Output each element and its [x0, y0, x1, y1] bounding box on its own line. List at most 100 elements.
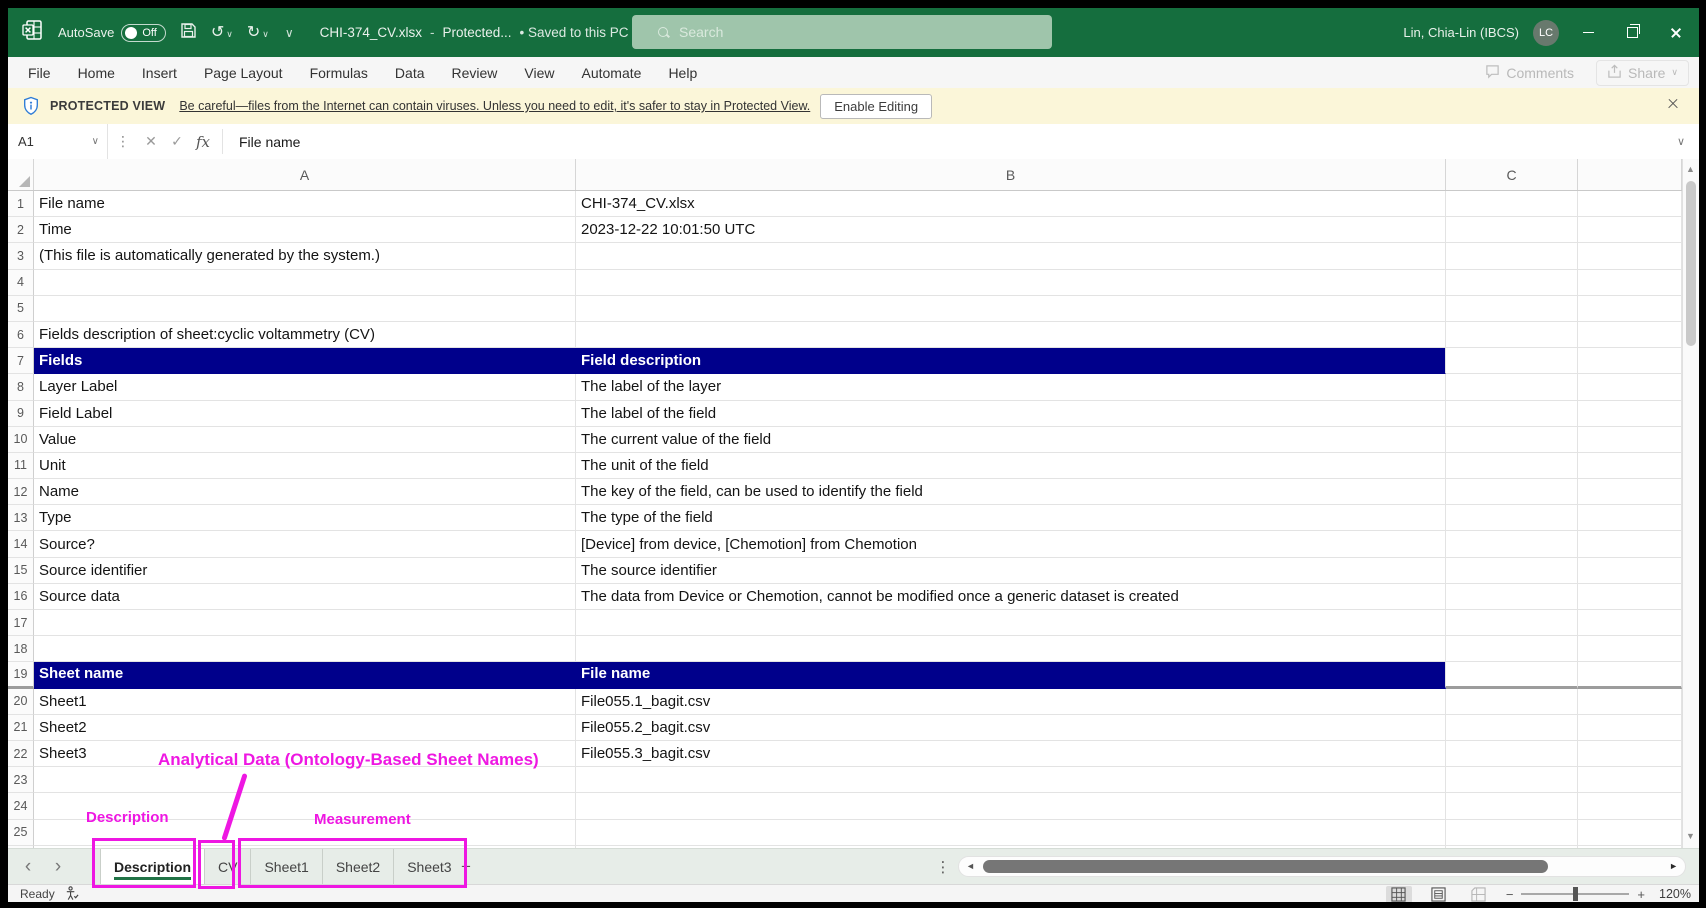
cell-B21[interactable]: File055.2_bagit.csv: [576, 715, 1446, 741]
cell-B23[interactable]: [576, 767, 1446, 793]
cell-C1[interactable]: [1446, 191, 1578, 217]
search-input[interactable]: Search: [632, 15, 1052, 49]
cell-C10[interactable]: [1446, 427, 1578, 453]
cell-A16[interactable]: Source data: [34, 584, 576, 610]
menu-item-file[interactable]: File: [28, 65, 51, 81]
customize-toolbar-icon[interactable]: ∨: [285, 26, 294, 40]
horizontal-scrollbar[interactable]: ◄ ►: [958, 856, 1686, 877]
cell-B15[interactable]: The source identifier: [576, 558, 1446, 584]
cell-C11[interactable]: [1446, 453, 1578, 479]
cell-D5[interactable]: [1578, 296, 1682, 322]
row-header-16[interactable]: 16: [8, 584, 34, 610]
cell-A20[interactable]: Sheet1: [34, 689, 576, 715]
row-header-22[interactable]: 22: [8, 741, 34, 767]
cell-D20[interactable]: [1578, 689, 1682, 715]
enable-editing-button[interactable]: Enable Editing: [820, 94, 932, 119]
comments-button[interactable]: Comments: [1475, 61, 1584, 85]
cell-D8[interactable]: [1578, 374, 1682, 400]
cell-D7[interactable]: [1578, 348, 1682, 374]
cell-A1[interactable]: File name: [34, 191, 576, 217]
cell-D21[interactable]: [1578, 715, 1682, 741]
cell-D14[interactable]: [1578, 531, 1682, 557]
avatar[interactable]: LC: [1533, 20, 1559, 46]
row-header-1[interactable]: 1: [8, 191, 34, 217]
cell-B1[interactable]: CHI-374_CV.xlsx: [576, 191, 1446, 217]
redo-icon[interactable]: ↻∨: [247, 25, 269, 41]
cell-A6[interactable]: Fields description of sheet:cyclic volta…: [34, 322, 576, 348]
sheet-prev-icon[interactable]: ‹: [16, 849, 40, 885]
zoom-slider-track[interactable]: [1521, 893, 1629, 895]
row-header-4[interactable]: 4: [8, 270, 34, 296]
cell-C24[interactable]: [1446, 793, 1578, 819]
undo-icon[interactable]: ↺∨: [211, 25, 233, 41]
cell-A7[interactable]: Fields: [34, 348, 576, 374]
cell-A14[interactable]: Source?: [34, 531, 576, 557]
cell-D24[interactable]: [1578, 793, 1682, 819]
cell-B2[interactable]: 2023-12-22 10:01:50 UTC: [576, 217, 1446, 243]
row-header-8[interactable]: 8: [8, 374, 34, 400]
horizontal-scrollbar-thumb[interactable]: [983, 860, 1548, 873]
row-header-17[interactable]: 17: [8, 610, 34, 636]
row-header-20[interactable]: 20: [8, 689, 34, 715]
cell-B5[interactable]: [576, 296, 1446, 322]
sheet-next-icon[interactable]: ›: [46, 849, 70, 885]
row-header-2[interactable]: 2: [8, 217, 34, 243]
cell-D11[interactable]: [1578, 453, 1682, 479]
cell-D16[interactable]: [1578, 584, 1682, 610]
cell-D15[interactable]: [1578, 558, 1682, 584]
cell-B17[interactable]: [576, 610, 1446, 636]
cell-C20[interactable]: [1446, 689, 1578, 715]
cell-A8[interactable]: Layer Label: [34, 374, 576, 400]
restore-button[interactable]: [1617, 8, 1647, 57]
cell-D19[interactable]: [1578, 662, 1682, 688]
cell-B18[interactable]: [576, 636, 1446, 662]
zoom-out-icon[interactable]: −: [1506, 887, 1514, 902]
name-box-chevron-icon[interactable]: ∨: [92, 136, 99, 147]
cell-A19[interactable]: Sheet name: [34, 662, 576, 688]
fx-icon[interactable]: fx: [190, 133, 216, 151]
cell-A5[interactable]: [34, 296, 576, 322]
cell-A4[interactable]: [34, 270, 576, 296]
cell-B13[interactable]: The type of the field: [576, 505, 1446, 531]
accessibility-icon[interactable]: [64, 886, 79, 902]
close-button[interactable]: [1661, 8, 1691, 57]
cell-D13[interactable]: [1578, 505, 1682, 531]
cell-B14[interactable]: [Device] from device, [Chemotion] from C…: [576, 531, 1446, 557]
cell-B9[interactable]: The label of the field: [576, 401, 1446, 427]
row-header-19[interactable]: 19: [8, 662, 34, 688]
autosave-toggle[interactable]: Off: [121, 24, 165, 42]
cell-C15[interactable]: [1446, 558, 1578, 584]
confirm-icon[interactable]: ✓: [164, 133, 190, 150]
cell-C9[interactable]: [1446, 401, 1578, 427]
cell-D1[interactable]: [1578, 191, 1682, 217]
autosave-control[interactable]: AutoSave Off: [58, 24, 166, 42]
cell-C17[interactable]: [1446, 610, 1578, 636]
cell-D4[interactable]: [1578, 270, 1682, 296]
zoom-slider-thumb[interactable]: [1573, 887, 1578, 901]
row-header-18[interactable]: 18: [8, 636, 34, 662]
cell-B12[interactable]: The key of the field, can be used to ide…: [576, 479, 1446, 505]
row-header-9[interactable]: 9: [8, 401, 34, 427]
menu-item-home[interactable]: Home: [78, 65, 115, 81]
column-header-b[interactable]: B: [576, 159, 1446, 190]
name-box[interactable]: A1 ∨: [8, 124, 108, 159]
cell-A3[interactable]: (This file is automatically generated by…: [34, 243, 576, 269]
cell-A17[interactable]: [34, 610, 576, 636]
share-button[interactable]: Share ∨: [1596, 60, 1689, 86]
row-header-12[interactable]: 12: [8, 479, 34, 505]
cell-B7[interactable]: Field description: [576, 348, 1446, 374]
menu-item-review[interactable]: Review: [452, 65, 498, 81]
cell-D3[interactable]: [1578, 243, 1682, 269]
row-header-10[interactable]: 10: [8, 427, 34, 453]
cell-C4[interactable]: [1446, 270, 1578, 296]
cell-A12[interactable]: Name: [34, 479, 576, 505]
cell-B11[interactable]: The unit of the field: [576, 453, 1446, 479]
cell-C13[interactable]: [1446, 505, 1578, 531]
vertical-scrollbar[interactable]: ▲ ▼: [1682, 159, 1699, 848]
cell-C21[interactable]: [1446, 715, 1578, 741]
cell-C25[interactable]: [1446, 820, 1578, 846]
row-header-5[interactable]: 5: [8, 296, 34, 322]
cell-B22[interactable]: File055.3_bagit.csv: [576, 741, 1446, 767]
cell-C2[interactable]: [1446, 217, 1578, 243]
cell-B4[interactable]: [576, 270, 1446, 296]
